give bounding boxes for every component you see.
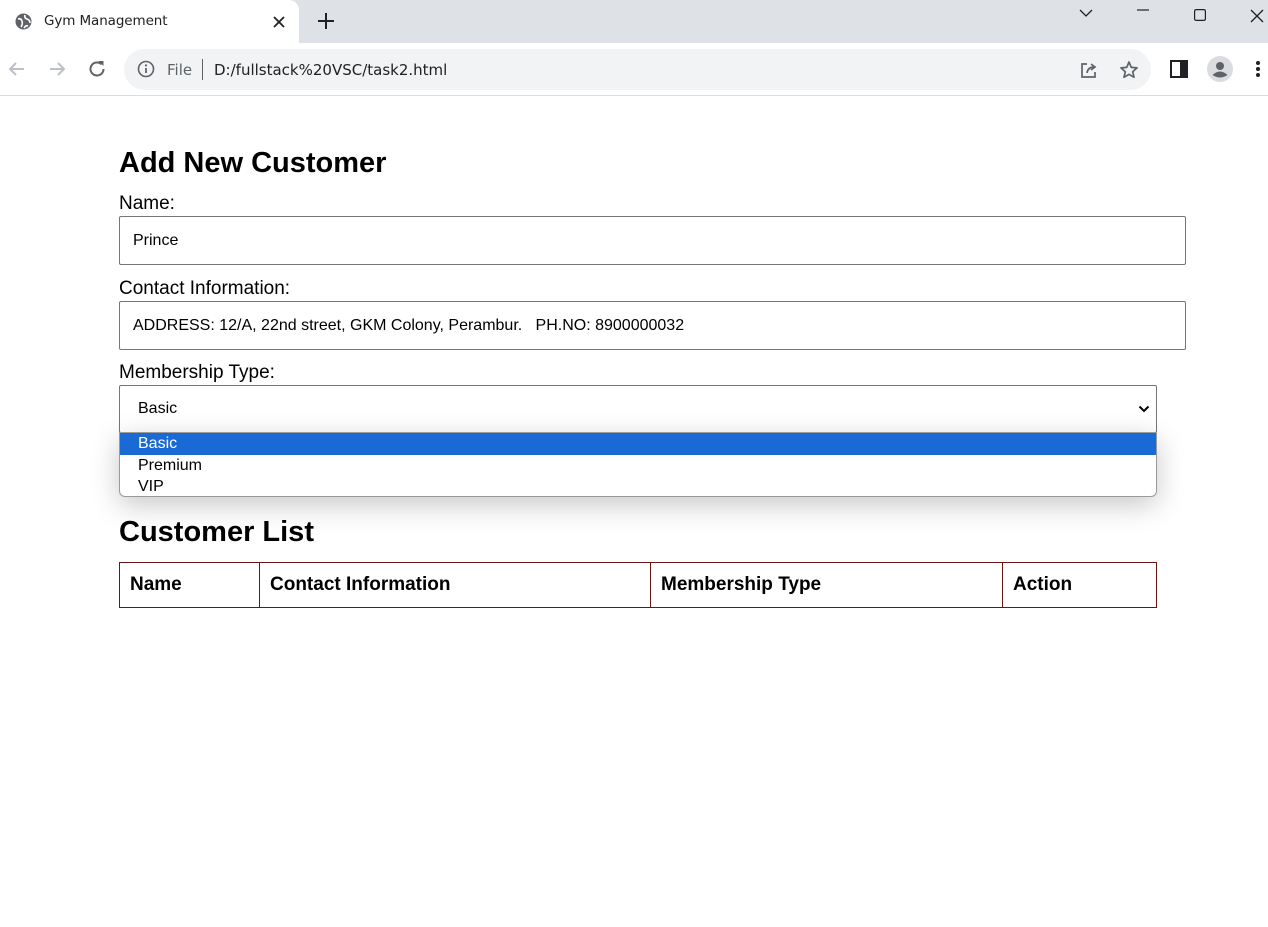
browser-tab[interactable]: Gym Management [0,0,299,43]
table-header-row: Name Contact Information Membership Type… [119,562,1157,608]
share-icon[interactable] [1078,59,1100,81]
tab-search-icon[interactable] [1063,0,1109,20]
url-text[interactable]: D:/fullstack%20VSC/task2.html [214,61,447,79]
close-tab-icon[interactable] [270,13,288,31]
globe-icon [15,13,32,30]
customer-list-title: Customer List [119,516,314,548]
column-header-membership: Membership Type [650,562,1003,608]
page-content: Add New Customer Name: Prince Contact In… [0,97,1268,927]
tab-strip: Gym Management [0,0,1268,43]
url-scheme: File [167,61,193,79]
info-icon[interactable] [137,60,155,78]
membership-dropdown-list: Basic Premium VIP [119,432,1157,497]
contact-input[interactable]: ADDRESS: 12/A, 22nd street, GKM Colony, … [119,301,1186,350]
forward-arrow-icon[interactable] [45,57,69,81]
name-input[interactable]: Prince [119,216,1186,265]
membership-option[interactable]: Premium [120,455,1156,477]
browser-toolbar: File D:/fullstack%20VSC/task2.html [0,43,1268,96]
chevron-down-icon [1138,402,1150,420]
customer-table: Name Contact Information Membership Type… [119,562,1157,608]
minimize-icon[interactable] [1120,0,1166,20]
address-bar[interactable]: File D:/fullstack%20VSC/task2.html [124,49,1151,90]
tab-title: Gym Management [44,13,168,29]
column-header-action: Action [1002,562,1157,608]
side-panel-icon[interactable] [1167,57,1191,81]
more-menu-icon[interactable] [1247,57,1267,81]
back-arrow-icon[interactable] [5,57,29,81]
column-header-contact: Contact Information [259,562,651,608]
reload-icon[interactable] [85,57,109,81]
close-window-icon[interactable] [1234,0,1268,23]
profile-avatar-icon[interactable] [1206,55,1234,83]
form-title: Add New Customer [119,147,387,179]
membership-option[interactable]: VIP [120,476,1156,496]
membership-option[interactable]: Basic [120,433,1156,455]
membership-label: Membership Type: [119,362,275,383]
contact-label: Contact Information: [119,278,291,299]
name-label: Name: [119,193,175,214]
new-tab-icon[interactable] [316,11,336,31]
membership-selected-value: Basic [138,400,178,417]
membership-select[interactable]: Basic [119,385,1157,433]
url-separator [202,59,203,80]
maximize-icon[interactable] [1177,0,1223,21]
bookmark-star-icon[interactable] [1118,59,1140,81]
column-header-name: Name [119,562,260,608]
